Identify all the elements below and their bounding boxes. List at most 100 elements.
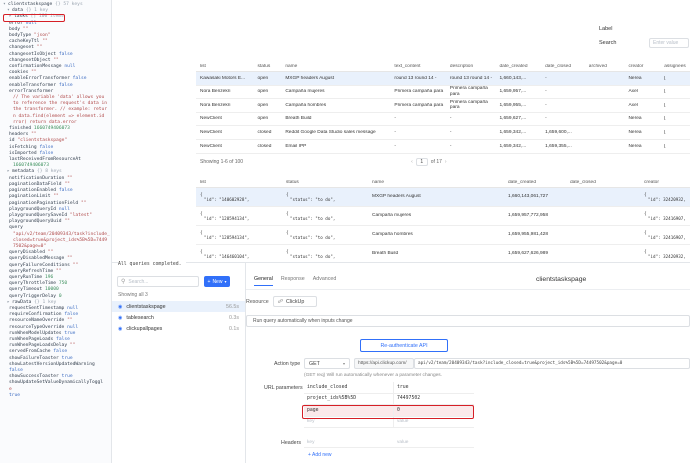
- json-line: "status": "to do",: [290, 254, 336, 259]
- url-path-input[interactable]: api/v2/team/20409343/task?include_closed…: [414, 358, 690, 369]
- tree-row[interactable]: true: [3, 393, 111, 399]
- table-row[interactable]: {"id": "128594134",{"status": "to do", Ca…: [196, 207, 690, 226]
- tree-meta: {} 8 keys: [36, 169, 62, 175]
- tree-value: "clientstaskspage": [17, 138, 68, 144]
- tree-value: "": [56, 268, 62, 274]
- tree-value: // The variable 'data' allows you: [13, 95, 105, 101]
- tab-response[interactable]: Response: [281, 276, 305, 286]
- tab-advanced[interactable]: Advanced: [313, 276, 337, 286]
- column-header[interactable]: chec: [686, 64, 690, 69]
- tree-value: "": [80, 200, 87, 206]
- query-icon: ◉: [118, 325, 123, 332]
- column-header[interactable]: date_created: [504, 180, 566, 185]
- search-input[interactable]: Enter value: [649, 38, 689, 48]
- table1-footer: Showing 1-6 of 100 ‹ 1 of 17 ›: [196, 156, 690, 168]
- table-row[interactable]: Nora Benzekri open Campaña mujeres Primera …: [196, 86, 690, 100]
- query-item[interactable]: ◉ clickupallpages 0.1s: [112, 323, 245, 334]
- table-row[interactable]: NewClient closed Reddit Google Data Studio…: [196, 126, 690, 140]
- header-value-input[interactable]: value: [394, 437, 408, 447]
- table-cell: 1,659,955,981,428: [508, 232, 549, 238]
- table-row[interactable]: Kawasaki Motors E... open MXGP headers Aug…: [196, 72, 690, 86]
- tree-value: "": [47, 250, 54, 256]
- table-cell: Nora Benzekri: [200, 102, 231, 108]
- tree-key: finished: [9, 126, 32, 132]
- table-cell: Axel: [628, 102, 638, 108]
- column-header[interactable]: text_content: [390, 64, 446, 69]
- param-value-input[interactable]: true: [394, 382, 409, 393]
- column-header[interactable]: name: [281, 64, 390, 69]
- tree-key: runWhenPageLoads: [9, 336, 54, 342]
- column-header[interactable]: date_closed: [541, 64, 585, 69]
- tree-row[interactable]: showUpdateSetValueDynamicallyToggl: [3, 380, 111, 386]
- column-header[interactable]: list: [196, 180, 282, 185]
- table-cell: {"id": 32420932,: [640, 192, 690, 203]
- page-input[interactable]: 1: [415, 158, 428, 166]
- table-row[interactable]: {"id": "128594134",{"status": "to do", Ca…: [196, 226, 690, 245]
- json-line: "status": "to do",: [290, 235, 336, 240]
- header-key-input[interactable]: key: [304, 437, 394, 447]
- run-mode-select[interactable]: Run query automatically when inputs chan…: [246, 315, 690, 327]
- table-cell: Breath Build: [285, 116, 312, 122]
- column-header[interactable]: name: [368, 180, 504, 185]
- method-select[interactable]: GET ▾: [304, 358, 350, 369]
- column-header[interactable]: creator: [640, 180, 690, 185]
- tree-value: "": [67, 256, 73, 262]
- tree-value: 1660749406073: [33, 126, 70, 132]
- column-header[interactable]: description: [446, 64, 496, 69]
- table-cell: {"status": "to do",: [282, 249, 368, 260]
- table-row[interactable]: NewClient closed Email IPP - - 1,659,342,... 1…: [196, 140, 690, 154]
- tree-key: requestSentTimestamp: [9, 305, 65, 311]
- column-header[interactable]: date_created: [496, 64, 542, 69]
- table-row[interactable]: NewClient open Breath Build - - 1,659,627,...…: [196, 113, 690, 127]
- reauth-button[interactable]: Re-authenticate API: [360, 339, 448, 352]
- new-query-button[interactable]: + New ▾: [204, 276, 230, 287]
- table-row[interactable]: Nora Benzekri open Campaña hombres Primera …: [196, 99, 690, 113]
- table-cell: []: [686, 76, 690, 81]
- json-line: "id": 32420932,: [648, 254, 686, 259]
- next-page-icon[interactable]: ›: [445, 159, 447, 165]
- tree-key: changesetIsObject: [9, 51, 57, 57]
- chevron-down-icon: ▾: [342, 361, 345, 366]
- search-field-label: Search: [599, 40, 617, 46]
- json-line: "id": 32416907,: [648, 235, 686, 240]
- param-value-input[interactable]: 74497502: [394, 393, 420, 404]
- column-header[interactable]: list: [196, 64, 254, 69]
- column-header[interactable]: assignees: [660, 64, 686, 69]
- tabs-divider: [246, 289, 690, 290]
- table-cell: -: [545, 89, 547, 95]
- pagination: ‹ 1 of 17 ›: [411, 158, 447, 166]
- add-header-button[interactable]: + Add new: [308, 452, 332, 458]
- column-header[interactable]: creator: [624, 64, 660, 69]
- prev-page-icon[interactable]: ‹: [411, 159, 413, 165]
- table-cell: -: [394, 143, 396, 149]
- resource-select[interactable]: ☍ ClickUp: [272, 296, 317, 307]
- table-cell: Primera campaña para: [449, 100, 488, 111]
- tab-general[interactable]: General: [254, 276, 273, 286]
- param-key-input[interactable]: include_closed: [304, 381, 394, 393]
- column-header[interactable]: status: [254, 64, 282, 69]
- table-cell: {"id": 32420932,: [640, 249, 690, 260]
- query-item[interactable]: ◉ tablesearch 0.3s: [112, 312, 245, 323]
- table-cell: Primera campaña para: [449, 86, 488, 97]
- tree-key: id: [9, 138, 15, 144]
- column-header[interactable]: date_closed: [566, 180, 640, 185]
- tree-key: queryRunTime: [9, 274, 43, 280]
- table-row[interactable]: {"id": "140602928",{"status": "to do", MX…: [196, 188, 690, 207]
- tree-key: playgroundQuerySaveId: [9, 212, 68, 218]
- tree-key: showFailureToaster: [9, 355, 59, 361]
- query-search-input[interactable]: ⚲ Search...: [117, 276, 199, 287]
- table-cell: {"id": "146460104",: [196, 249, 282, 260]
- table-cell: -: [545, 75, 547, 81]
- tasks-highlight: [3, 14, 65, 22]
- table-cell: Kawasaki Motors E...: [200, 75, 246, 81]
- param-key-input[interactable]: project_ids%5B%5D: [304, 393, 394, 405]
- table-header: list status name date_created date_closed cre…: [196, 178, 690, 188]
- query-editor: General Response Advanced clientstaskspa…: [246, 262, 690, 463]
- url-params-label: URL parameters: [264, 385, 303, 391]
- query-item[interactable]: ◉ clientstaskspage 56.5s: [112, 301, 245, 312]
- tree-value: "": [31, 132, 37, 138]
- column-header[interactable]: status: [282, 180, 368, 185]
- column-header[interactable]: archived: [585, 64, 625, 69]
- table-cell: open: [257, 102, 269, 108]
- tree-key: paginationLimit: [9, 194, 51, 200]
